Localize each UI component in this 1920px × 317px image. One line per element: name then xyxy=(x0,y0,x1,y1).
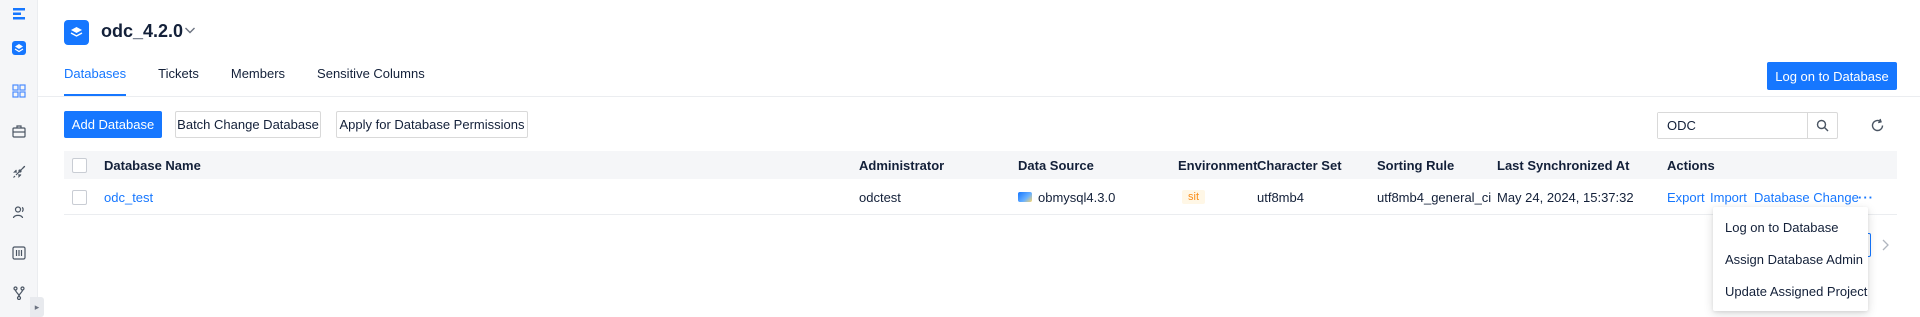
column-header: Character Set xyxy=(1257,157,1342,173)
log-on-to-database-button[interactable]: Log on to Database xyxy=(1767,62,1897,90)
environment-tag: sit xyxy=(1182,190,1205,204)
tab-sensitive-columns[interactable]: Sensitive Columns xyxy=(317,66,425,96)
column-header: Last Synchronized At xyxy=(1497,157,1630,173)
last-synced-cell: May 24, 2024, 15:37:32 xyxy=(1497,189,1634,205)
more-actions-menu: Log on to Database Assign Database Admin… xyxy=(1713,207,1868,311)
project-badge-icon xyxy=(64,20,89,45)
column-header: Sorting Rule xyxy=(1377,157,1455,173)
apply-database-permissions-button[interactable]: Apply for Database Permissions xyxy=(336,111,528,138)
tab-databases[interactable]: Databases xyxy=(64,66,127,96)
settings-sliders-icon[interactable] xyxy=(11,245,27,261)
select-all-checkbox[interactable] xyxy=(72,151,87,179)
rocket-icon[interactable] xyxy=(11,164,27,180)
data-source-name: obmysql4.3.0 xyxy=(1038,189,1116,205)
menu-item-log-on-to-database[interactable]: Log on to Database xyxy=(1713,211,1868,243)
add-database-button[interactable]: Add Database xyxy=(64,111,162,138)
environment-cell: sit xyxy=(1182,180,1205,214)
export-action[interactable]: Export xyxy=(1667,180,1705,214)
search-box xyxy=(1657,112,1838,139)
sidebar-expand-icon[interactable]: ▸ xyxy=(30,297,44,317)
sorting-rule-cell: utf8mb4_general_ci xyxy=(1377,189,1492,205)
chevron-down-icon[interactable] xyxy=(183,23,197,37)
workspace-grid-icon[interactable] xyxy=(11,83,27,99)
character-set-cell: utf8mb4 xyxy=(1257,189,1304,205)
briefcase-icon[interactable] xyxy=(11,123,27,139)
column-header: Database Name xyxy=(104,157,201,173)
data-source-cell: obmysql4.3.0 xyxy=(1018,180,1115,214)
tabs-divider xyxy=(38,96,1920,97)
database-name-link[interactable]: odc_test xyxy=(104,180,153,214)
tab-tickets[interactable]: Tickets xyxy=(158,66,199,96)
column-header: Data Source xyxy=(1018,157,1094,173)
project-title: odc_4.2.0 xyxy=(101,21,184,41)
search-icon[interactable] xyxy=(1807,113,1837,138)
odc-logo-icon[interactable] xyxy=(11,6,27,22)
left-sidebar: ▸ xyxy=(0,0,44,317)
table-header: Database Name Administrator Data Source … xyxy=(64,151,1897,179)
refresh-icon[interactable] xyxy=(1870,118,1885,133)
column-header: Administrator xyxy=(859,157,945,173)
administrator-cell: odctest xyxy=(859,189,901,205)
batch-change-database-button[interactable]: Batch Change Database xyxy=(175,111,321,138)
users-icon[interactable] xyxy=(11,204,27,220)
table-row: odc_test odctest obmysql4.3.0 sit utf8mb… xyxy=(64,180,1897,215)
column-header: Environment xyxy=(1178,157,1258,173)
menu-item-update-assigned-project[interactable]: Update Assigned Project xyxy=(1713,275,1868,307)
next-page-icon[interactable] xyxy=(1880,238,1892,252)
row-checkbox[interactable] xyxy=(72,180,87,214)
project-tabs: Databases Tickets Members Sensitive Colu… xyxy=(64,66,457,96)
oceanbase-icon xyxy=(1018,192,1032,202)
search-input[interactable] xyxy=(1658,113,1807,138)
project-icon[interactable] xyxy=(11,40,27,56)
branch-icon[interactable] xyxy=(11,285,27,301)
column-header: Actions xyxy=(1667,157,1715,173)
tab-members[interactable]: Members xyxy=(231,66,285,96)
menu-item-assign-database-admin[interactable]: Assign Database Admin xyxy=(1713,243,1868,275)
